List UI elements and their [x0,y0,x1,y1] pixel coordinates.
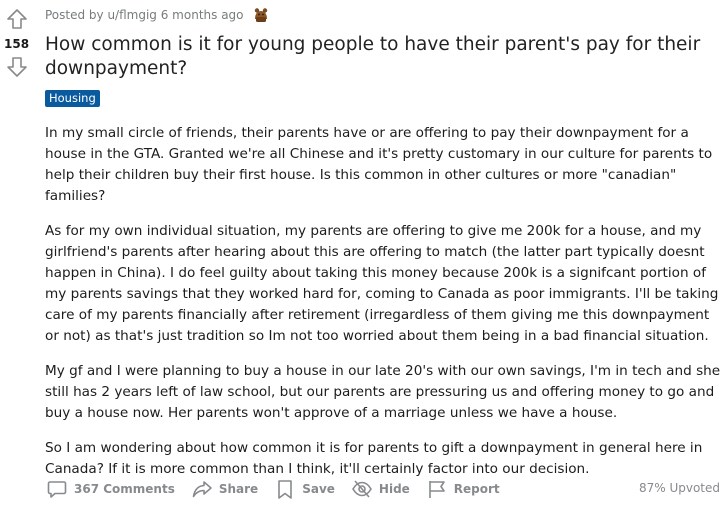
vote-score: 158 [4,37,30,51]
post-flair[interactable]: Housing [45,90,100,107]
report-label: Report [453,482,500,496]
arrow-down-icon[interactable] [6,56,28,78]
post-actions: 367 Comments Share Save Hide Report [46,477,516,501]
share-button[interactable]: Share [191,478,258,500]
post-meta: Posted by u/flmgig 6 months ago [45,7,269,23]
arrow-up-icon[interactable] [6,8,28,30]
save-label: Save [302,482,335,496]
post-paragraph: My gf and I were planning to buy a house… [45,363,721,421]
post-meta-text: Posted by u/flmgig 6 months ago [45,8,244,22]
comment-bubble-icon [47,481,67,498]
save-button[interactable]: Save [274,478,335,500]
report-button[interactable]: Report [426,478,500,500]
upvote-ratio: 87% Upvoted [638,481,720,495]
share-arrow-icon [192,481,212,498]
post-paragraph: So I am wondering about how common it is… [45,440,703,477]
comments-button[interactable]: 367 Comments [46,478,175,500]
bookmark-icon [278,480,293,499]
eye-slash-icon [351,480,372,498]
share-label: Share [218,482,259,496]
post-title[interactable]: How common is it for young people to hav… [45,33,710,81]
hide-label: Hide [378,482,410,496]
hide-button[interactable]: Hide [351,478,410,500]
award-icon[interactable] [253,7,269,23]
flag-icon [428,481,445,498]
comments-label: 367 Comments [74,482,175,496]
post-body: In my small circle of friends, their par… [45,123,722,494]
post-paragraph: As for my own individual situation, my p… [45,223,719,344]
post-paragraph: In my small circle of friends, their par… [45,125,713,204]
